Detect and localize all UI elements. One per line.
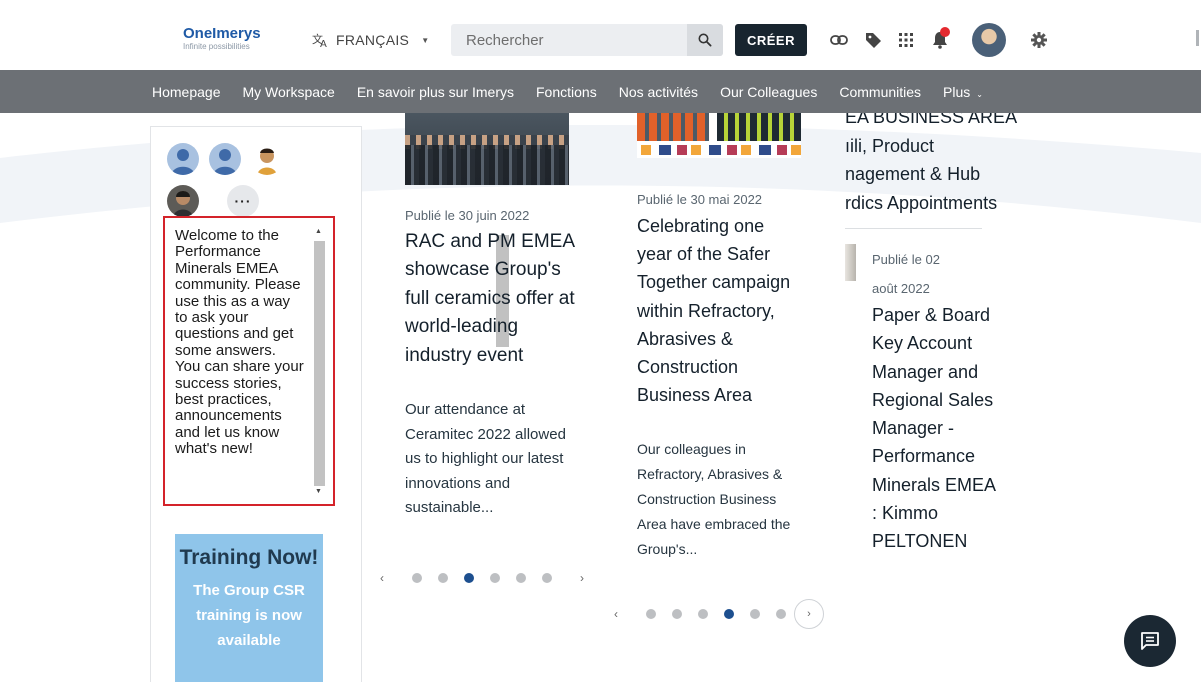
chevron-down-icon: ▼ (421, 35, 430, 45)
news-title[interactable]: RAC and PM EMEA showcase Group's full ce… (405, 228, 575, 370)
heading-line: EA BUSINESS AREA (845, 113, 1018, 127)
image-detail (637, 113, 709, 141)
chevron-down-icon: ⌄ (976, 89, 983, 99)
window-edge (1196, 30, 1199, 46)
notifications-button[interactable] (929, 27, 951, 51)
tag-icon (865, 32, 881, 48)
language-label: FRANÇAIS (336, 32, 410, 48)
nav-more-label: Plus (943, 83, 971, 100)
svg-text:A: A (320, 39, 327, 48)
carousel-dot[interactable] (750, 609, 760, 619)
carousel-dot[interactable] (412, 573, 422, 583)
news-excerpt: Our colleagues in Refractory, Abrasives … (637, 441, 791, 558)
news-date: Publié le 30 juin 2022 (405, 208, 530, 223)
gear-icon (1031, 32, 1047, 48)
brand-name: OneImerys (183, 25, 261, 42)
chat-button[interactable] (1124, 615, 1176, 667)
training-body: The Group CSR training is now available (193, 582, 305, 649)
nav-item-about-imerys[interactable]: En savoir plus sur Imerys (357, 84, 514, 100)
heading-line: rdics Appointments (845, 192, 998, 213)
scroll-down-icon[interactable]: ▼ (315, 488, 322, 495)
search-input[interactable] (451, 24, 687, 56)
apps-grid-icon (899, 33, 913, 47)
language-selector[interactable]: 文 A FRANÇAIS ▼ (312, 32, 429, 48)
carousel-dot[interactable] (646, 609, 656, 619)
nav-item-activities[interactable]: Nos activités (619, 84, 698, 100)
top-bar: OneImerys Infinite possibilities 文 A FRA… (0, 0, 1201, 70)
more-members-button[interactable]: ··· (227, 185, 259, 217)
brand-tagline: Infinite possibilities (183, 42, 250, 51)
carousel-dot[interactable] (438, 573, 448, 583)
image-detail (637, 145, 801, 155)
member-avatar[interactable] (251, 143, 283, 175)
image-detail (717, 113, 801, 141)
carousel-dot[interactable] (776, 609, 786, 619)
carousel-dot[interactable] (672, 609, 682, 619)
appointment-date: Publié le 02 août 2022 (872, 252, 940, 296)
page-content: ··· Welcome to the Performance Minerals … (0, 113, 1201, 682)
appointment-heading[interactable]: EA BUSINESS AREA ıili, Product nagement … (845, 113, 1017, 217)
carousel-dot[interactable] (516, 573, 526, 583)
carousel-next-icon[interactable]: › (580, 571, 584, 585)
notification-badge (940, 27, 950, 37)
nav-item-functions[interactable]: Fonctions (536, 84, 597, 100)
nav-item-colleagues[interactable]: Our Colleagues (720, 84, 817, 100)
heading-line: ıili, Product (845, 135, 935, 156)
carousel-dot[interactable] (490, 573, 500, 583)
carousel-prev-icon[interactable]: ‹ (614, 607, 618, 621)
news-image[interactable] (637, 113, 801, 158)
training-banner[interactable]: Training Now! The Group CSR training is … (175, 534, 323, 682)
news-excerpt: Our attendance at Ceramitec 2022 allowed… (405, 401, 566, 516)
link-icon (830, 35, 848, 45)
search-icon (698, 33, 712, 47)
search-button[interactable] (687, 24, 723, 56)
nav-item-more[interactable]: Plus ⌄ (943, 84, 983, 100)
welcome-text: Welcome to the Performance Minerals EMEA… (175, 227, 304, 458)
news-date: Publié le 30 mai 2022 (637, 192, 763, 207)
person-icon (213, 149, 237, 175)
appointment-title[interactable]: Paper & Board Key Account Manager and Re… (872, 301, 1002, 556)
member-avatar[interactable] (209, 143, 241, 175)
nav-item-my-workspace[interactable]: My Workspace (243, 84, 335, 100)
carousel-indicators: ‹ › (380, 571, 584, 585)
person-icon (171, 149, 195, 175)
tag-button[interactable] (862, 29, 884, 51)
member-photo (251, 143, 283, 175)
chat-icon (1141, 632, 1159, 650)
appointment-thumbnail[interactable] (845, 244, 856, 281)
nav-item-homepage[interactable]: Homepage (152, 84, 221, 100)
member-photo (167, 185, 199, 217)
carousel-dot[interactable] (542, 573, 552, 583)
training-title: Training Now! (179, 546, 319, 569)
nav-item-communities[interactable]: Communities (839, 84, 921, 100)
brand-logo[interactable]: OneImerys Infinite possibilities (183, 26, 261, 51)
divider (845, 228, 982, 229)
news-image[interactable] (405, 113, 569, 185)
news-title[interactable]: Celebrating one year of the Safer Togeth… (637, 212, 797, 409)
link-button[interactable] (828, 29, 850, 51)
search-box (451, 24, 723, 56)
carousel-dot-active[interactable] (724, 609, 734, 619)
carousel-indicators: ‹ › (614, 599, 824, 629)
user-avatar[interactable] (972, 23, 1006, 57)
member-avatar[interactable] (167, 143, 199, 175)
member-avatars: ··· (167, 135, 287, 225)
carousel-dot[interactable] (698, 609, 708, 619)
main-nav: Homepage My Workspace En savoir plus sur… (0, 70, 1201, 113)
carousel-dot-active[interactable] (464, 573, 474, 583)
welcome-message-box[interactable]: Welcome to the Performance Minerals EMEA… (163, 216, 335, 506)
scrollbar-thumb[interactable] (314, 241, 325, 486)
community-panel: ··· Welcome to the Performance Minerals … (150, 126, 509, 682)
member-avatar[interactable] (167, 185, 199, 217)
image-detail (405, 145, 569, 185)
settings-button[interactable] (1028, 29, 1050, 51)
apps-button[interactable] (895, 29, 917, 51)
translate-icon: 文 A (312, 32, 327, 48)
carousel-prev-icon[interactable]: ‹ (380, 571, 384, 585)
scroll-up-icon[interactable]: ▲ (315, 228, 322, 235)
carousel-next-button[interactable]: › (794, 599, 824, 629)
welcome-scrollbar[interactable]: ▲ ▼ (311, 226, 325, 496)
heading-line: nagement & Hub (845, 164, 981, 184)
create-button[interactable]: CRÉER (735, 24, 807, 56)
